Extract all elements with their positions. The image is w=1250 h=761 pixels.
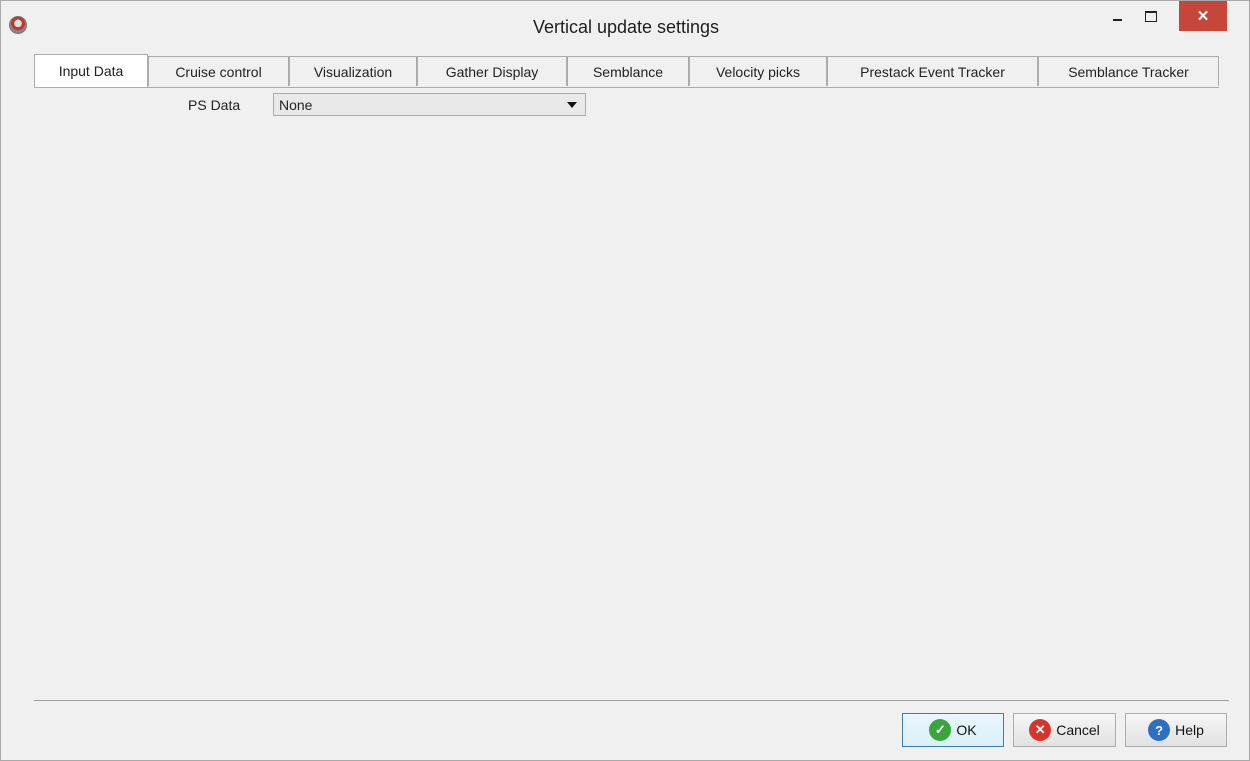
tab-visualization[interactable]: Visualization bbox=[289, 56, 417, 86]
help-icon: ? bbox=[1148, 719, 1171, 741]
maximize-icon bbox=[1145, 10, 1157, 22]
cancel-button[interactable]: ✕ Cancel bbox=[1013, 713, 1116, 747]
check-icon: ✓ bbox=[929, 719, 952, 741]
tab-input-data[interactable]: Input Data bbox=[34, 54, 148, 87]
tab-divider bbox=[34, 87, 1219, 88]
ok-button[interactable]: ✓ OK bbox=[902, 713, 1004, 747]
ps-data-value: None bbox=[279, 97, 313, 113]
cancel-icon: ✕ bbox=[1029, 719, 1052, 741]
close-button[interactable]: ✕ bbox=[1179, 1, 1227, 31]
ps-data-label: PS Data bbox=[188, 97, 241, 113]
help-label: Help bbox=[1175, 722, 1204, 738]
window-title: Vertical update settings bbox=[532, 17, 720, 37]
tab-strip: Input Data Cruise control Visualization … bbox=[34, 54, 1219, 88]
ps-data-select[interactable]: None bbox=[273, 93, 586, 116]
button-separator bbox=[34, 700, 1229, 701]
close-icon: ✕ bbox=[1196, 8, 1210, 25]
tab-semblance-tracker[interactable]: Semblance Tracker bbox=[1038, 56, 1219, 86]
tab-semblance[interactable]: Semblance bbox=[567, 56, 689, 86]
tab-gather-display[interactable]: Gather Display bbox=[417, 56, 567, 86]
ok-label: OK bbox=[956, 722, 977, 738]
tab-prestack-event-tracker[interactable]: Prestack Event Tracker bbox=[827, 56, 1038, 86]
title-bar: Vertical update settings ✕ bbox=[1, 1, 1249, 49]
help-button[interactable]: ? Help bbox=[1125, 713, 1227, 747]
tab-cruise-control[interactable]: Cruise control bbox=[148, 56, 289, 86]
minimize-button[interactable] bbox=[1100, 1, 1134, 31]
maximize-button[interactable] bbox=[1134, 1, 1168, 31]
dropdown-arrow-icon bbox=[567, 102, 577, 108]
minimize-icon bbox=[1112, 19, 1122, 21]
tab-velocity-picks[interactable]: Velocity picks bbox=[689, 56, 827, 86]
cancel-label: Cancel bbox=[1056, 722, 1100, 738]
dialog-window: Vertical update settings ✕ Input Data Cr… bbox=[0, 0, 1250, 761]
